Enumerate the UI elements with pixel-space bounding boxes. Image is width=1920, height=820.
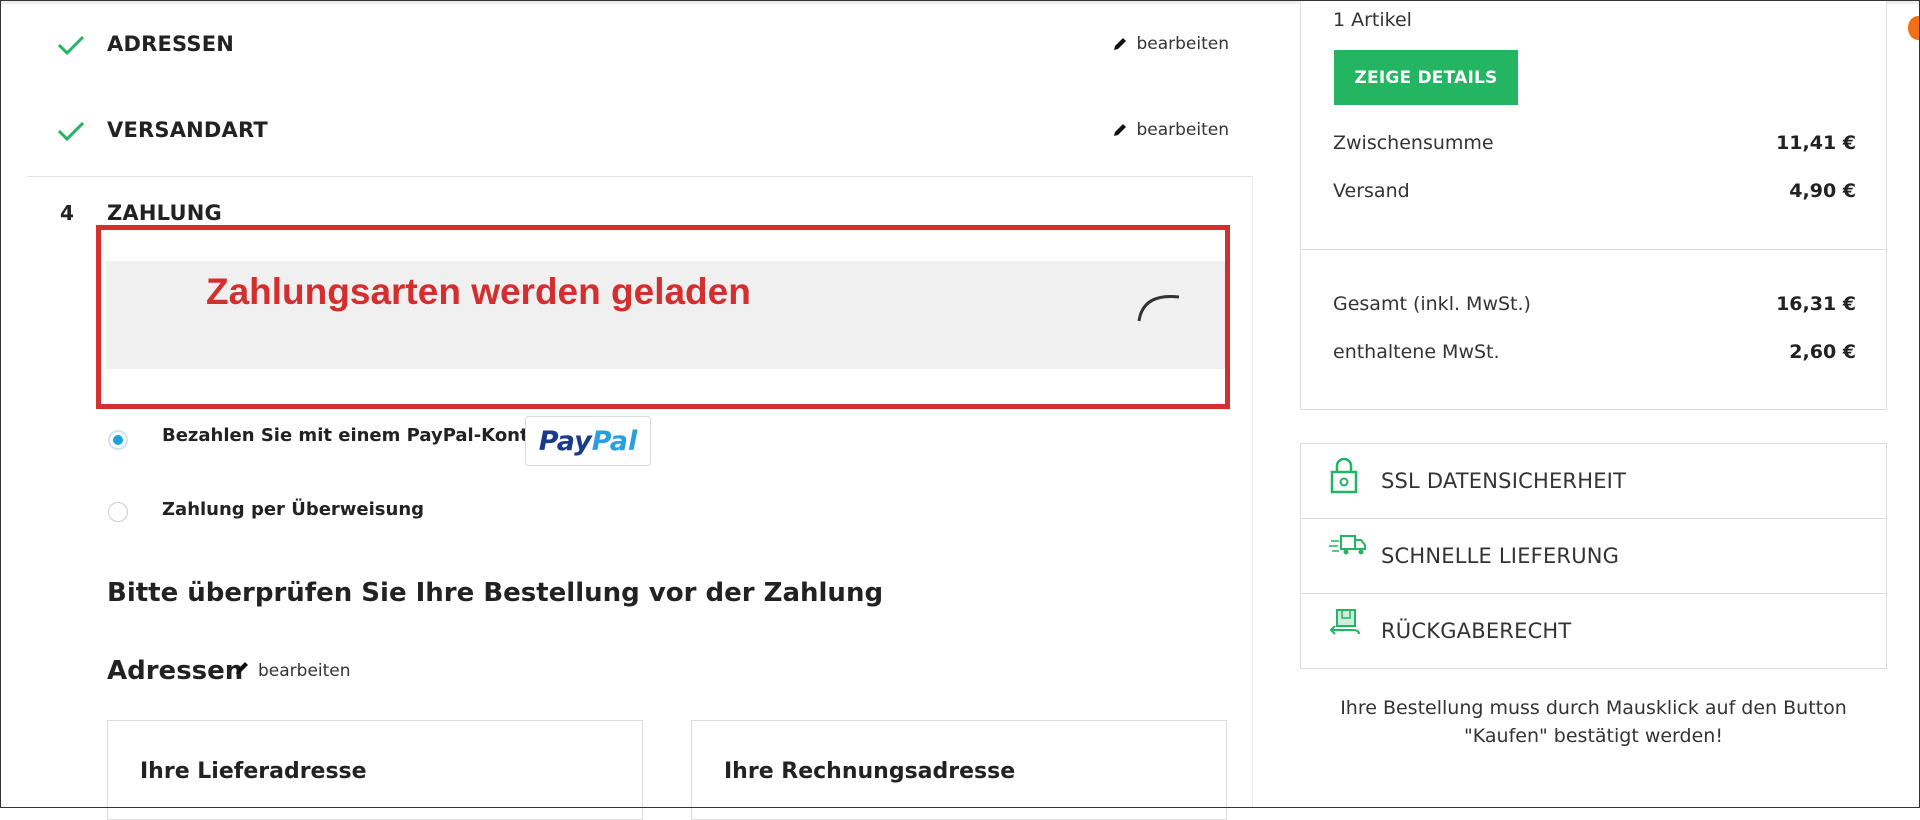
window-frame <box>0 0 1920 808</box>
